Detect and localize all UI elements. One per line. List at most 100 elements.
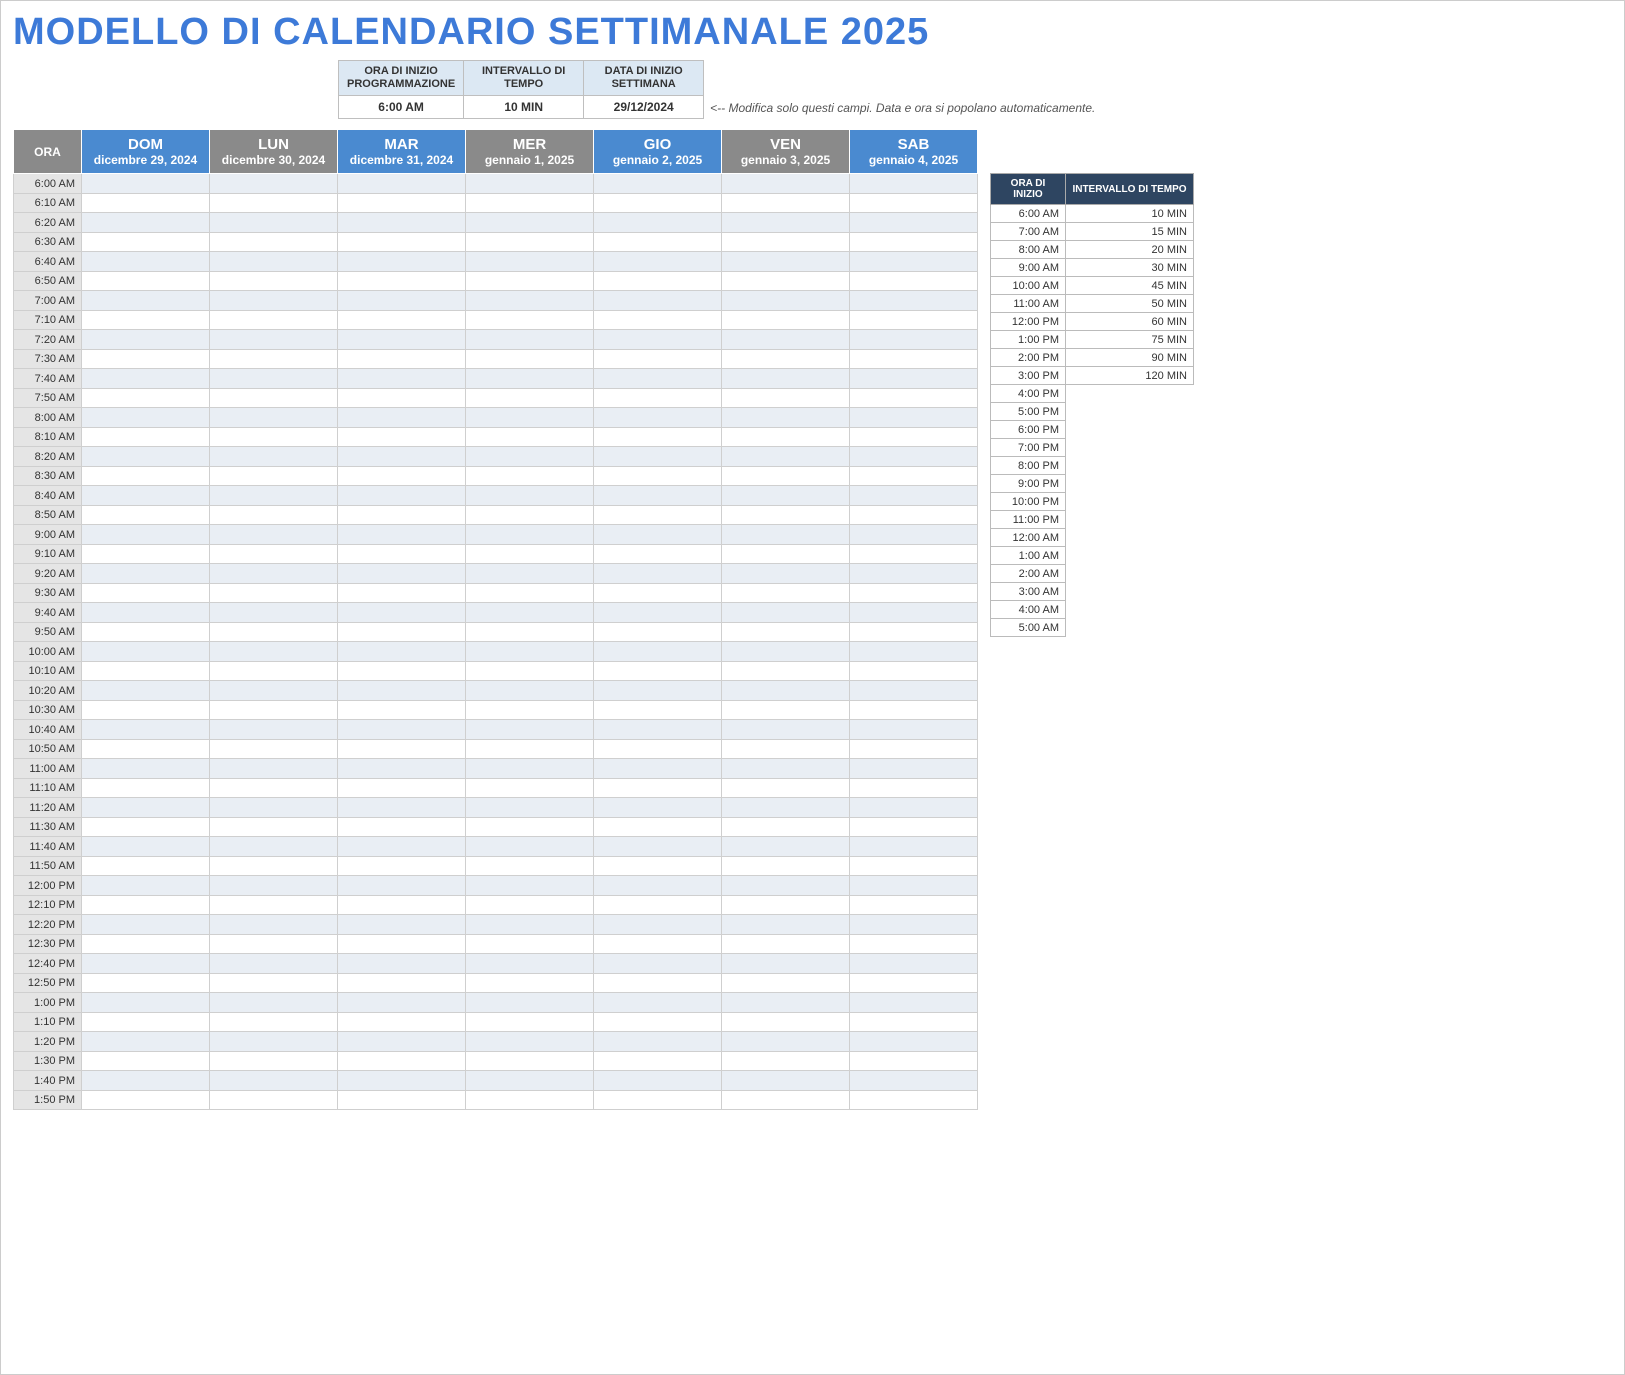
calendar-cell[interactable] [82,661,210,681]
calendar-cell[interactable] [466,505,594,525]
calendar-cell[interactable] [722,213,850,233]
config-value-weekstart[interactable]: 29/12/2024 [584,96,704,119]
calendar-cell[interactable] [82,837,210,857]
calendar-cell[interactable] [850,817,978,837]
calendar-cell[interactable] [722,837,850,857]
calendar-cell[interactable] [722,993,850,1013]
calendar-cell[interactable] [594,915,722,935]
calendar-cell[interactable] [338,700,466,720]
calendar-cell[interactable] [338,349,466,369]
calendar-cell[interactable] [338,232,466,252]
calendar-cell[interactable] [594,622,722,642]
calendar-cell[interactable] [594,330,722,350]
calendar-cell[interactable] [722,681,850,701]
calendar-cell[interactable] [594,934,722,954]
calendar-cell[interactable] [82,427,210,447]
calendar-cell[interactable] [722,408,850,428]
calendar-cell[interactable] [338,271,466,291]
calendar-cell[interactable] [466,817,594,837]
calendar-cell[interactable] [466,408,594,428]
calendar-cell[interactable] [466,252,594,272]
calendar-cell[interactable] [722,700,850,720]
calendar-cell[interactable] [82,564,210,584]
calendar-cell[interactable] [850,564,978,584]
calendar-cell[interactable] [82,700,210,720]
calendar-cell[interactable] [594,271,722,291]
calendar-cell[interactable] [850,193,978,213]
calendar-cell[interactable] [850,700,978,720]
calendar-cell[interactable] [722,973,850,993]
calendar-cell[interactable] [466,700,594,720]
config-value-interval[interactable]: 10 MIN [464,96,584,119]
calendar-cell[interactable] [82,369,210,389]
calendar-cell[interactable] [82,447,210,467]
calendar-cell[interactable] [82,1090,210,1110]
calendar-cell[interactable] [210,603,338,623]
calendar-cell[interactable] [722,954,850,974]
calendar-cell[interactable] [466,525,594,545]
calendar-cell[interactable] [594,213,722,233]
calendar-cell[interactable] [338,1051,466,1071]
calendar-cell[interactable] [722,798,850,818]
calendar-cell[interactable] [338,174,466,194]
calendar-cell[interactable] [722,915,850,935]
calendar-cell[interactable] [722,1032,850,1052]
calendar-cell[interactable] [82,739,210,759]
calendar-cell[interactable] [466,622,594,642]
calendar-cell[interactable] [210,408,338,428]
calendar-cell[interactable] [210,798,338,818]
calendar-cell[interactable] [594,856,722,876]
calendar-cell[interactable] [850,915,978,935]
calendar-cell[interactable] [850,798,978,818]
calendar-cell[interactable] [466,856,594,876]
calendar-cell[interactable] [594,720,722,740]
calendar-cell[interactable] [722,622,850,642]
calendar-cell[interactable] [850,993,978,1013]
calendar-cell[interactable] [466,213,594,233]
calendar-cell[interactable] [594,447,722,467]
calendar-cell[interactable] [82,642,210,662]
calendar-cell[interactable] [722,934,850,954]
calendar-cell[interactable] [82,798,210,818]
calendar-cell[interactable] [722,603,850,623]
calendar-cell[interactable] [466,915,594,935]
calendar-cell[interactable] [82,1032,210,1052]
calendar-cell[interactable] [82,271,210,291]
calendar-cell[interactable] [338,1032,466,1052]
calendar-cell[interactable] [82,349,210,369]
calendar-cell[interactable] [338,525,466,545]
calendar-cell[interactable] [850,856,978,876]
calendar-cell[interactable] [722,369,850,389]
calendar-cell[interactable] [594,408,722,428]
calendar-cell[interactable] [594,193,722,213]
calendar-cell[interactable] [850,369,978,389]
calendar-cell[interactable] [850,291,978,311]
calendar-cell[interactable] [850,759,978,779]
config-value-start[interactable]: 6:00 AM [339,96,464,119]
calendar-cell[interactable] [210,856,338,876]
calendar-cell[interactable] [722,447,850,467]
calendar-cell[interactable] [722,193,850,213]
calendar-cell[interactable] [850,447,978,467]
calendar-cell[interactable] [594,895,722,915]
calendar-cell[interactable] [210,622,338,642]
calendar-cell[interactable] [82,525,210,545]
calendar-cell[interactable] [850,1012,978,1032]
calendar-cell[interactable] [850,349,978,369]
calendar-cell[interactable] [338,408,466,428]
calendar-cell[interactable] [338,876,466,896]
calendar-cell[interactable] [338,466,466,486]
calendar-cell[interactable] [722,778,850,798]
calendar-cell[interactable] [210,973,338,993]
calendar-cell[interactable] [594,837,722,857]
calendar-cell[interactable] [850,1051,978,1071]
calendar-cell[interactable] [722,252,850,272]
calendar-cell[interactable] [210,778,338,798]
calendar-cell[interactable] [466,973,594,993]
calendar-cell[interactable] [850,837,978,857]
calendar-cell[interactable] [466,954,594,974]
calendar-cell[interactable] [722,856,850,876]
calendar-cell[interactable] [850,232,978,252]
calendar-cell[interactable] [594,603,722,623]
calendar-cell[interactable] [466,291,594,311]
